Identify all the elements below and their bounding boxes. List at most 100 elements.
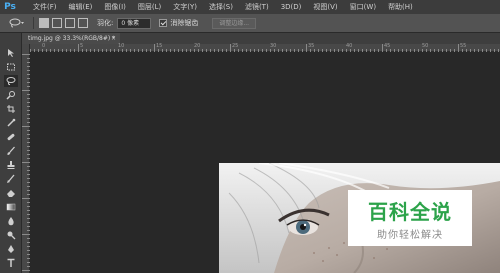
ruler-tick	[422, 49, 423, 52]
ruler-tick	[82, 49, 83, 52]
eraser-icon[interactable]	[4, 187, 18, 199]
crop-icon[interactable]	[4, 103, 18, 115]
ruler-tick	[94, 49, 95, 52]
ruler-tick	[338, 49, 339, 52]
ruler-tick	[230, 44, 231, 52]
ruler-tick	[482, 49, 483, 52]
ruler-tick	[202, 49, 203, 52]
lasso-icon[interactable]	[6, 17, 28, 30]
options-divider	[33, 17, 34, 29]
ruler-tick	[378, 49, 379, 52]
eyedropper-icon[interactable]	[4, 117, 18, 129]
healing-brush-icon[interactable]	[4, 131, 18, 143]
ruler-tick	[318, 49, 319, 52]
history-brush-icon[interactable]	[4, 173, 18, 185]
ruler-tick	[27, 170, 30, 171]
menu-image[interactable]: 图像(I)	[98, 0, 132, 14]
brush-icon[interactable]	[4, 145, 18, 157]
ruler-tick	[27, 98, 30, 99]
ruler-tick	[238, 49, 239, 52]
ruler-tick	[162, 49, 163, 52]
menu-select[interactable]: 选择(S)	[203, 0, 239, 14]
vertical-ruler[interactable]	[22, 44, 30, 273]
photoshop-logo: Ps	[4, 2, 16, 12]
ruler-tick	[306, 44, 307, 52]
ruler-tick	[74, 49, 75, 52]
ruler-tick	[302, 49, 303, 52]
clone-stamp-icon[interactable]	[4, 159, 18, 171]
ruler-tick	[27, 246, 30, 247]
menu-3d[interactable]: 3D(D)	[275, 0, 308, 14]
antialias-checkbox[interactable]	[159, 19, 168, 27]
ruler-tick	[27, 150, 30, 151]
ruler-tick	[386, 49, 387, 52]
menu-bar: Ps 文件(F) 编辑(E) 图像(I) 图层(L) 文字(Y) 选择(S) 滤…	[0, 0, 500, 14]
tools-panel	[0, 33, 22, 273]
ruler-tick	[174, 49, 175, 52]
ruler-tick	[242, 49, 243, 52]
ruler-tick	[374, 49, 375, 52]
ruler-tick	[27, 106, 30, 107]
dodge-icon[interactable]	[4, 229, 18, 241]
ruler-tick	[27, 178, 30, 179]
document-tab-bar: timg.jpg @ 33.3%(RGB/8#) * ×	[22, 33, 500, 44]
ruler-tick	[158, 49, 159, 52]
gradient-icon[interactable]	[4, 201, 18, 213]
ruler-tick	[27, 158, 30, 159]
refine-edge-button[interactable]: 调整边缘...	[212, 17, 257, 29]
ruler-tick	[458, 44, 459, 52]
ruler-tick	[27, 250, 30, 251]
ruler-tick	[27, 62, 30, 63]
marquee-icon[interactable]	[4, 61, 18, 73]
ruler-tick	[27, 78, 30, 79]
ruler-tick	[22, 126, 30, 127]
document-tab[interactable]: timg.jpg @ 33.3%(RGB/8#) * ×	[22, 33, 120, 44]
ruler-tick	[34, 49, 35, 52]
ruler-tick	[27, 202, 30, 203]
close-icon[interactable]: ×	[111, 33, 116, 44]
ruler-tick	[198, 49, 199, 52]
pen-icon[interactable]	[4, 243, 18, 255]
ruler-tick	[278, 49, 279, 52]
new-selection-icon[interactable]	[39, 18, 49, 28]
ruler-tick	[486, 49, 487, 52]
menu-filter[interactable]: 滤镜(T)	[239, 0, 275, 14]
ruler-tick	[27, 254, 30, 255]
menu-type[interactable]: 文字(Y)	[167, 0, 203, 14]
add-selection-icon[interactable]	[52, 18, 62, 28]
menu-edit[interactable]: 编辑(E)	[63, 0, 99, 14]
ruler-tick	[138, 49, 139, 52]
ruler-tick	[366, 49, 367, 52]
menu-window[interactable]: 窗口(W)	[344, 0, 382, 14]
menu-file[interactable]: 文件(F)	[27, 0, 63, 14]
subtract-selection-icon[interactable]	[65, 18, 75, 28]
ruler-tick	[27, 58, 30, 59]
menu-view[interactable]: 视图(V)	[307, 0, 343, 14]
lasso-icon[interactable]	[4, 75, 18, 87]
menu-help[interactable]: 帮助(H)	[382, 0, 419, 14]
ruler-tick	[27, 222, 30, 223]
move-icon[interactable]	[4, 47, 18, 59]
ruler-tick	[27, 238, 30, 239]
ruler-tick	[50, 49, 51, 52]
ruler-tick	[182, 49, 183, 52]
horizontal-ruler[interactable]: 0 5 10 15 20 25 30 35 40 45 50 55	[30, 44, 500, 52]
ruler-tick	[27, 102, 30, 103]
menu-layer[interactable]: 图层(L)	[132, 0, 167, 14]
ruler-tick	[474, 49, 475, 52]
ruler-tick	[86, 49, 87, 52]
options-bar: 羽化: 0 像素 消除锯齿 调整边缘...	[0, 14, 500, 33]
ruler-tick	[27, 226, 30, 227]
blur-icon[interactable]	[4, 215, 18, 227]
ruler-tick	[27, 218, 30, 219]
ruler-tick	[27, 154, 30, 155]
feather-label: 羽化:	[97, 19, 114, 27]
ruler-tick	[58, 49, 59, 52]
ruler-tick	[282, 49, 283, 52]
feather-input[interactable]: 0 像素	[117, 17, 152, 29]
ruler-tick	[27, 114, 30, 115]
ruler-tick	[134, 49, 135, 52]
intersect-selection-icon[interactable]	[78, 18, 88, 28]
type-icon[interactable]	[4, 257, 18, 269]
quick-select-icon[interactable]	[4, 89, 18, 101]
